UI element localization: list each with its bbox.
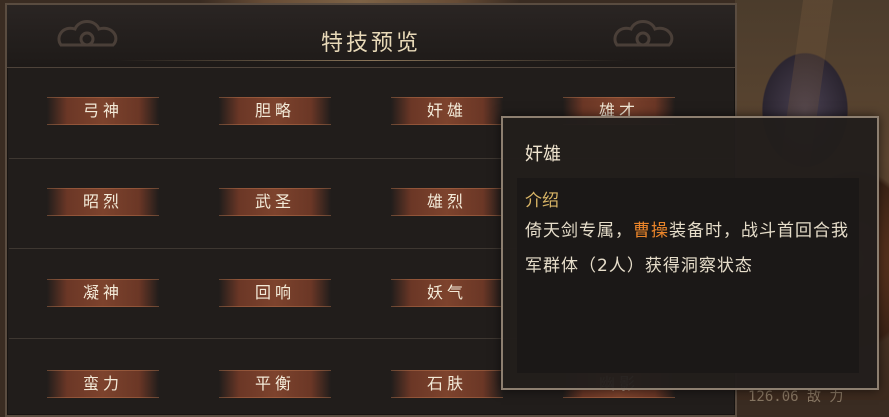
skill-tooltip: 奸雄 介绍 倚天剑专属，曹操装备时，战斗首回合我军群体（2人）获得洞察状态 xyxy=(501,116,879,390)
skill-button[interactable]: 平衡 xyxy=(219,370,331,398)
skill-button[interactable]: 昭烈 xyxy=(47,188,159,216)
skill-button[interactable]: 弓神 xyxy=(47,97,159,125)
description-text: 倚天剑专属， xyxy=(525,221,633,241)
skill-button[interactable]: 蛮力 xyxy=(47,370,159,398)
skill-button[interactable]: 回响 xyxy=(219,279,331,307)
tooltip-title: 奸雄 xyxy=(525,144,561,165)
skill-button[interactable]: 武圣 xyxy=(219,188,331,216)
skill-button[interactable]: 凝神 xyxy=(47,279,159,307)
skill-button[interactable]: 胆略 xyxy=(219,97,331,125)
tooltip-description: 倚天剑专属，曹操装备时，战斗首回合我军群体（2人）获得洞察状态 xyxy=(525,214,855,284)
hero-name-highlight: 曹操 xyxy=(633,221,669,241)
tooltip-section-label: 介绍 xyxy=(525,191,559,211)
cloud-ornament-icon xyxy=(609,15,679,59)
skill-button[interactable]: 妖气 xyxy=(391,279,503,307)
tooltip-body: 介绍 倚天剑专属，曹操装备时，战斗首回合我军群体（2人）获得洞察状态 xyxy=(517,178,859,373)
panel-header: 特技预览 xyxy=(7,5,735,68)
skill-button[interactable]: 奸雄 xyxy=(391,97,503,125)
skill-button[interactable]: 雄烈 xyxy=(391,188,503,216)
skill-button[interactable]: 石肤 xyxy=(391,370,503,398)
